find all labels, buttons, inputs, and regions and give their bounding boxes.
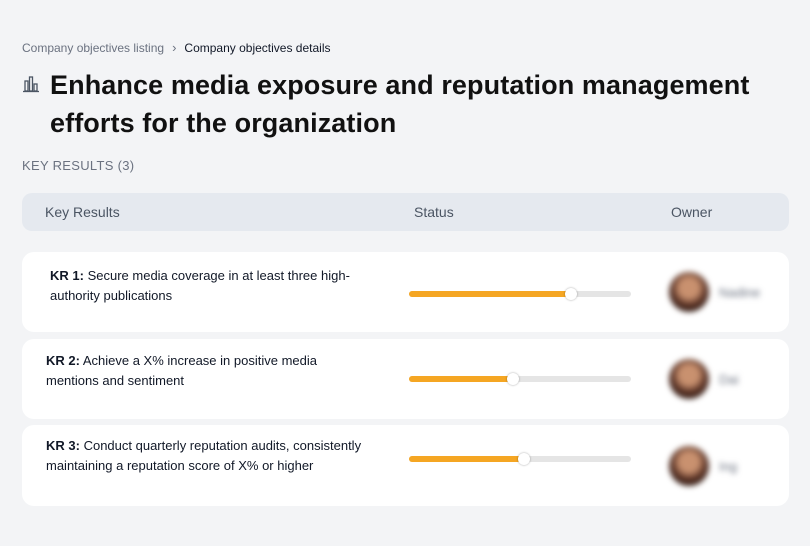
column-header-owner: Owner bbox=[671, 204, 713, 220]
avatar bbox=[669, 272, 709, 312]
progress-fill bbox=[409, 376, 514, 382]
key-result-id: KR 1: bbox=[50, 268, 84, 283]
key-result-row-3[interactable]: KR 3: Conduct quarterly reputation audit… bbox=[22, 425, 789, 506]
owner: Dai bbox=[669, 359, 739, 399]
owner-name: Ing bbox=[719, 458, 738, 474]
owner-name: Nadine bbox=[719, 284, 761, 300]
key-result-text: Secure media coverage in at least three … bbox=[50, 268, 350, 303]
key-result-text: Achieve a X% increase in positive media … bbox=[46, 353, 317, 388]
owner-name: Dai bbox=[719, 371, 739, 387]
key-result-description: KR 3: Conduct quarterly reputation audit… bbox=[46, 436, 381, 476]
owner: Nadine bbox=[669, 272, 760, 312]
building-chart-icon bbox=[23, 76, 39, 93]
key-results-table-header: Key Results Status Owner bbox=[22, 193, 789, 231]
avatar bbox=[669, 446, 709, 486]
key-result-row-1[interactable]: KR 1: Secure media coverage in at least … bbox=[22, 252, 789, 332]
progress-handle[interactable] bbox=[507, 373, 520, 385]
progress-bar bbox=[409, 288, 631, 300]
column-header-key-results: Key Results bbox=[45, 204, 120, 220]
key-result-id: KR 3: bbox=[46, 438, 80, 453]
breadcrumb: Company objectives listing › Company obj… bbox=[22, 40, 331, 55]
owner: Ing bbox=[669, 446, 737, 486]
key-result-description: KR 2: Achieve a X% increase in positive … bbox=[46, 351, 356, 391]
progress-bar bbox=[409, 373, 631, 385]
breadcrumb-separator: › bbox=[172, 40, 177, 55]
progress-handle[interactable] bbox=[565, 288, 578, 300]
key-results-count-label: KEY RESULTS (3) bbox=[22, 158, 135, 173]
breadcrumb-parent-link[interactable]: Company objectives listing bbox=[22, 41, 164, 55]
progress-fill bbox=[409, 456, 525, 462]
key-result-row-2[interactable]: KR 2: Achieve a X% increase in positive … bbox=[22, 339, 789, 419]
page-title: Enhance media exposure and reputation ma… bbox=[50, 70, 750, 138]
breadcrumb-current: Company objectives details bbox=[184, 40, 331, 55]
key-result-id: KR 2: bbox=[46, 353, 80, 368]
progress-fill bbox=[409, 291, 572, 297]
avatar bbox=[669, 359, 709, 399]
key-result-text: Conduct quarterly reputation audits, con… bbox=[46, 438, 362, 473]
key-result-description: KR 1: Secure media coverage in at least … bbox=[50, 266, 350, 306]
column-header-status: Status bbox=[414, 204, 454, 220]
progress-bar bbox=[409, 453, 631, 465]
objective-header: Enhance media exposure and reputation ma… bbox=[22, 66, 792, 142]
progress-handle[interactable] bbox=[518, 453, 531, 465]
